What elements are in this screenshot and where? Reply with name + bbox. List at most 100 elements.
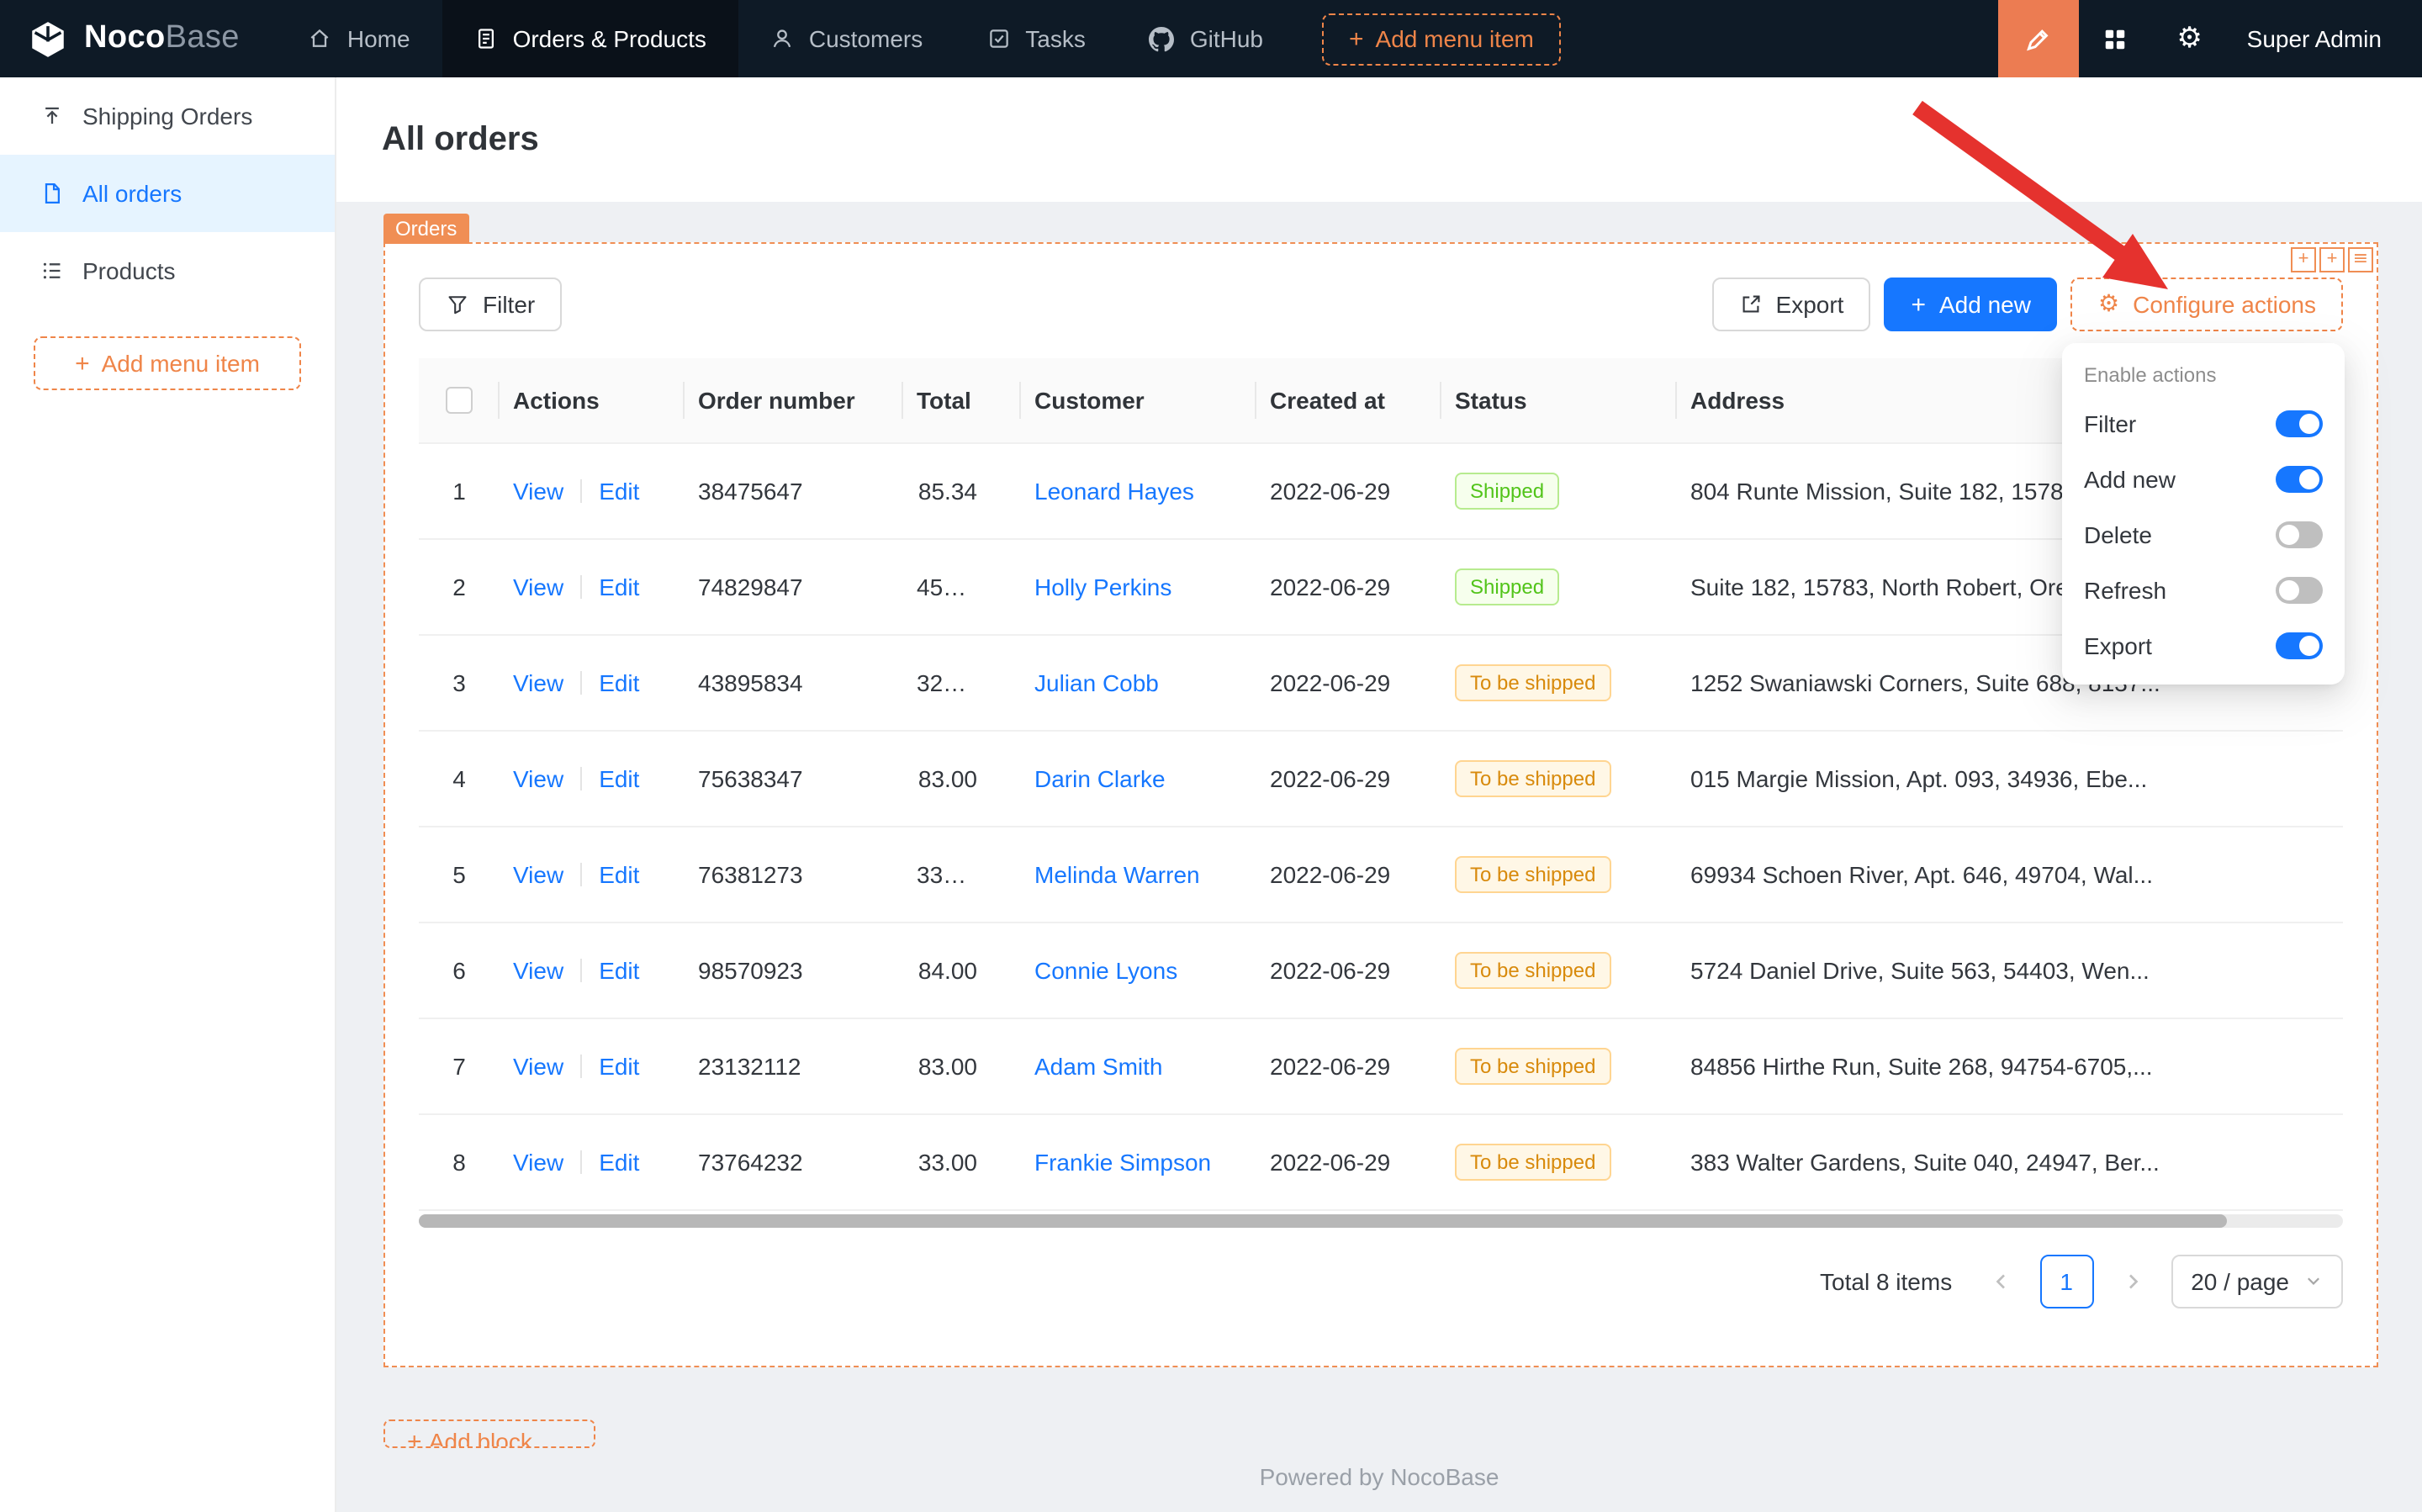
divider [580, 1054, 582, 1077]
divider [580, 478, 582, 502]
app-root: NocoBase Home Orders & Products Customer… [0, 0, 2422, 1512]
horizontal-scrollbar[interactable] [419, 1213, 2343, 1227]
nav-item-orders-products[interactable]: Orders & Products [442, 0, 738, 77]
add-new-toggle-switch[interactable] [2276, 465, 2323, 492]
add-block-icon[interactable]: + [2319, 247, 2345, 272]
customer-link[interactable]: Leonard Hayes [1034, 477, 1194, 504]
divider [580, 862, 582, 886]
sidebar-item-all-orders[interactable]: All orders [0, 155, 335, 232]
add-new-button[interactable]: + Add new [1884, 278, 2058, 331]
menu-item-delete[interactable]: Delete [2062, 506, 2345, 562]
user-menu[interactable]: Super Admin [2227, 25, 2422, 52]
top-navbar: NocoBase Home Orders & Products Customer… [0, 0, 2422, 77]
list-icon [40, 259, 64, 283]
drag-handle-icon[interactable]: + [2291, 247, 2316, 272]
customer-link[interactable]: Connie Lyons [1034, 956, 1177, 983]
page-size-select[interactable]: 20 / page [2171, 1254, 2343, 1308]
sidebar-item-shipping-orders[interactable]: Shipping Orders [0, 77, 335, 155]
filter-button[interactable]: Filter [419, 278, 562, 331]
status-badge: To be shipped [1455, 663, 1610, 700]
prev-page-button[interactable] [1979, 1254, 2023, 1308]
configure-actions-button[interactable]: ⚙ Configure actions [2071, 278, 2343, 331]
view-link[interactable]: View [513, 573, 563, 600]
refresh-toggle-switch[interactable] [2276, 576, 2323, 603]
menu-item-label: Refresh [2084, 576, 2166, 603]
divider [580, 1150, 582, 1173]
menu-item-export[interactable]: Export [2062, 617, 2345, 673]
view-link[interactable]: View [513, 1148, 563, 1175]
view-link[interactable]: View [513, 1052, 563, 1079]
status-badge: To be shipped [1455, 855, 1610, 892]
created-at-cell: 2022-06-29 [1256, 1113, 1441, 1209]
plugins-button[interactable] [2079, 0, 2153, 77]
column-header-customer: Customer [1021, 358, 1256, 442]
row-index: 6 [419, 922, 500, 1018]
order-number-cell: 73764232 [685, 1113, 903, 1209]
view-link[interactable]: View [513, 860, 563, 887]
table-row: 4 ViewEdit 75638347 83.00 Darin Clarke 2… [419, 730, 2343, 826]
export-button-label: Export [1776, 291, 1844, 318]
scrollbar-thumb[interactable] [419, 1213, 2228, 1227]
sidebar-add-menu-item-button[interactable]: + Add menu item [34, 336, 301, 390]
menu-item-filter[interactable]: Filter [2062, 395, 2345, 451]
filter-button-label: Filter [483, 291, 535, 318]
menu-item-refresh[interactable]: Refresh [2062, 562, 2345, 617]
customer-link[interactable]: Holly Perkins [1034, 573, 1171, 600]
page-title: All orders [382, 120, 539, 159]
switch-knob [2299, 468, 2319, 489]
total-cell: 84.00 [903, 922, 1021, 1018]
orders-table: Actions Order number Total Customer Crea… [419, 358, 2343, 1210]
export-toggle-switch[interactable] [2276, 632, 2323, 658]
export-icon [1739, 293, 1763, 316]
edit-link[interactable]: Edit [599, 956, 639, 983]
nav-item-home[interactable]: Home [277, 0, 442, 77]
next-page-button[interactable] [2110, 1254, 2154, 1308]
edit-link[interactable]: Edit [599, 573, 639, 600]
address-cell: 015 Margie Mission, Apt. 093, 34936, Ebe… [1677, 730, 2343, 826]
edit-link[interactable]: Edit [599, 669, 639, 695]
view-link[interactable]: View [513, 477, 563, 504]
edit-link[interactable]: Edit [599, 764, 639, 791]
customer-link[interactable]: Darin Clarke [1034, 764, 1166, 791]
view-link[interactable]: View [513, 764, 563, 791]
delete-toggle-switch[interactable] [2276, 521, 2323, 547]
navbar-add-menu-item-button[interactable]: + Add menu item [1322, 13, 1561, 65]
customer-link[interactable]: Adam Smith [1034, 1052, 1163, 1079]
block-menu-icon[interactable]: ≡ [2348, 247, 2373, 272]
view-link[interactable]: View [513, 669, 563, 695]
customer-link[interactable]: Julian Cobb [1034, 669, 1159, 695]
total-cell: 332.00 [903, 826, 1021, 922]
edit-link[interactable]: Edit [599, 1148, 639, 1175]
enable-actions-dropdown: Enable actions Filter Add new Delete Ref… [2062, 343, 2345, 685]
settings-button[interactable]: ⚙ [2153, 0, 2227, 77]
customer-link[interactable]: Melinda Warren [1034, 860, 1200, 887]
total-cell: 453.00 [903, 538, 1021, 634]
export-button[interactable]: Export [1712, 278, 1871, 331]
sidebar-item-products[interactable]: Products [0, 232, 335, 309]
column-header-status: Status [1441, 358, 1677, 442]
filter-toggle-switch[interactable] [2276, 410, 2323, 436]
ui-editor-button[interactable] [1998, 0, 2079, 77]
edit-link[interactable]: Edit [599, 860, 639, 887]
orders-table-block: Orders + + ≡ Filter Export [383, 242, 2378, 1367]
nav-item-github[interactable]: GitHub [1118, 0, 1295, 77]
edit-link[interactable]: Edit [599, 1052, 639, 1079]
edit-link[interactable]: Edit [599, 477, 639, 504]
page-1-button[interactable]: 1 [2039, 1254, 2093, 1308]
nav-item-tasks[interactable]: Tasks [955, 0, 1118, 77]
view-link[interactable]: View [513, 956, 563, 983]
home-icon [309, 27, 332, 50]
column-header-created-at: Created at [1256, 358, 1441, 442]
add-block-button[interactable]: + Add block [383, 1419, 595, 1448]
nav-item-label: Customers [809, 25, 923, 52]
menu-item-add-new[interactable]: Add new [2062, 451, 2345, 506]
table-row: 2 ViewEdit 74829847 453.00 Holly Perkins… [419, 538, 2343, 634]
tasks-icon [986, 27, 1010, 50]
row-index: 1 [419, 442, 500, 538]
app-logo[interactable]: NocoBase [0, 0, 277, 77]
row-index: 3 [419, 634, 500, 730]
customer-link[interactable]: Frankie Simpson [1034, 1148, 1211, 1175]
nav-item-customers[interactable]: Customers [738, 0, 955, 77]
select-all-checkbox[interactable] [446, 388, 473, 415]
total-cell: 83.00 [903, 1018, 1021, 1113]
